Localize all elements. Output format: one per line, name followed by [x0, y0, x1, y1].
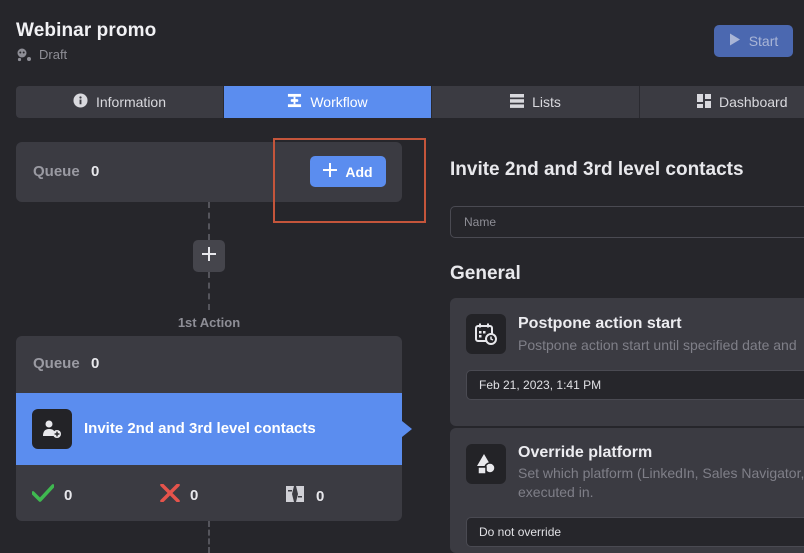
- cross-icon: [160, 483, 180, 506]
- setting-title: Postpone action start: [518, 315, 682, 332]
- invite-contact-icon: [32, 409, 72, 449]
- start-button[interactable]: Start: [714, 25, 793, 57]
- general-heading: General: [450, 263, 521, 284]
- queue-count: 0: [91, 163, 100, 180]
- queue-count: 0: [91, 355, 100, 372]
- campaign-header: Webinar promo Draft: [16, 20, 156, 62]
- action-item-selected[interactable]: Invite 2nd and 3rd level contacts: [16, 393, 412, 465]
- panel-title: Invite 2nd and 3rd level contacts: [450, 159, 744, 180]
- play-icon: [729, 33, 741, 49]
- info-icon: [73, 93, 88, 111]
- tab-label: Dashboard: [719, 94, 788, 110]
- tab-dashboard[interactable]: Dashboard: [640, 86, 804, 118]
- start-button-label: Start: [748, 33, 779, 49]
- override-platform-card: Override platform Set which platform (Li…: [450, 428, 804, 553]
- setting-description: Postpone action start until specified da…: [518, 337, 797, 353]
- tab-lists[interactable]: Lists: [432, 86, 640, 118]
- setting-description-line: executed in.: [518, 484, 594, 500]
- postpone-date-field[interactable]: Feb 21, 2023, 1:41 PM: [466, 370, 804, 400]
- queue-label: Queue: [33, 355, 80, 372]
- platform-shapes-icon: [466, 444, 506, 484]
- failed-count: 0: [190, 486, 199, 504]
- connector-line: [208, 202, 210, 240]
- calendar-clock-icon: [466, 314, 506, 354]
- tab-bar: Information Workflow Lists Dashboard: [16, 86, 804, 118]
- action-name: Invite 2nd and 3rd level contacts: [84, 420, 316, 437]
- plus-icon: [202, 246, 216, 266]
- platform-select[interactable]: Do not override: [466, 517, 804, 547]
- dashboard-icon: [697, 93, 711, 111]
- add-step-button[interactable]: [193, 240, 225, 272]
- campaign-status: Draft: [16, 47, 156, 62]
- connector-line: [208, 272, 210, 310]
- success-count: 0: [64, 486, 73, 504]
- workflow-icon: [287, 93, 302, 111]
- tab-label: Lists: [532, 94, 561, 110]
- skipped-stat: 0: [284, 484, 324, 508]
- action-card: Queue 0 Invite 2nd and 3rd level contact…: [16, 336, 412, 521]
- tab-label: Workflow: [310, 94, 368, 110]
- highlight-box: [273, 138, 426, 223]
- failed-stat: 0: [160, 483, 199, 506]
- connector-line: [208, 521, 210, 553]
- status-label: Draft: [39, 47, 68, 62]
- tab-information[interactable]: Information: [16, 86, 224, 118]
- skipped-count: 0: [316, 487, 325, 505]
- step-label: 1st Action: [177, 315, 241, 330]
- skip-icon: [284, 484, 306, 508]
- success-stat: 0: [31, 484, 73, 506]
- tab-label: Information: [95, 94, 167, 110]
- setting-description-line: Set which platform (LinkedIn, Sales Navi…: [518, 465, 804, 481]
- setting-title: Override platform: [518, 444, 653, 461]
- campaign-title: Webinar promo: [16, 20, 157, 41]
- draft-icon: [16, 48, 32, 62]
- queue-label: Queue: [33, 163, 80, 180]
- list-icon: [510, 93, 525, 111]
- tab-workflow[interactable]: Workflow: [224, 86, 432, 118]
- postpone-setting-card: Postpone action start Postpone action st…: [450, 298, 804, 426]
- check-icon: [31, 484, 55, 506]
- name-input[interactable]: [450, 206, 804, 238]
